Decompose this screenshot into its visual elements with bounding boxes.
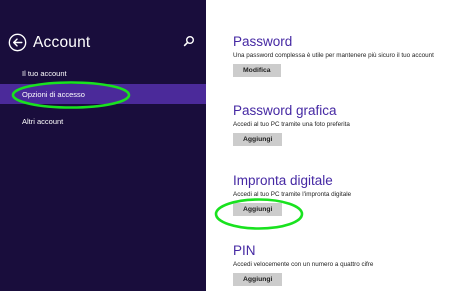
section-title: Impronta digitale	[233, 173, 333, 188]
section-pin: PIN Accedi velocemente con un numero a q…	[233, 243, 373, 286]
sidebar-title: Account	[33, 33, 91, 51]
section-description: Accedi velocemente con un numero a quatt…	[233, 261, 374, 268]
aggiungi-button[interactable]: Aggiungi	[233, 203, 283, 216]
section-title: PIN	[233, 243, 256, 258]
aggiungi-button[interactable]: Aggiungi	[233, 133, 283, 146]
sidebar-item-label: Altri account	[22, 116, 64, 126]
section-description: Una password complessa è utile per mante…	[233, 52, 434, 59]
section-description: Accedi al tuo PC tramite l'impronta digi…	[233, 191, 352, 198]
section-description: Accedi al tuo PC tramite una foto prefer…	[233, 121, 350, 128]
sidebar-header: Account	[8, 33, 90, 52]
search-icon[interactable]	[183, 35, 195, 47]
modifica-button[interactable]: Modifica	[233, 64, 281, 77]
sidebar-item-label: Opzioni di accesso	[22, 89, 85, 99]
sidebar: Account Il tuo account Opzioni di access…	[0, 0, 206, 291]
back-arrow-icon[interactable]	[8, 33, 27, 52]
sidebar-item-il-tuo-account[interactable]: Il tuo account	[0, 63, 206, 83]
section-password: Password Una password complessa è utile …	[233, 34, 434, 77]
sidebar-item-label: Il tuo account	[22, 68, 67, 78]
section-impronta-digitale: Impronta digitale Accedi al tuo PC trami…	[233, 173, 351, 216]
section-title: Password	[233, 34, 293, 49]
sidebar-item-opzioni-di-accesso[interactable]: Opzioni di accesso	[0, 84, 206, 104]
section-password-grafica: Password grafica Accedi al tuo PC tramit…	[233, 103, 350, 146]
sidebar-item-altri-account[interactable]: Altri account	[0, 111, 206, 131]
section-title: Password grafica	[233, 103, 337, 118]
aggiungi-button[interactable]: Aggiungi	[233, 273, 283, 286]
